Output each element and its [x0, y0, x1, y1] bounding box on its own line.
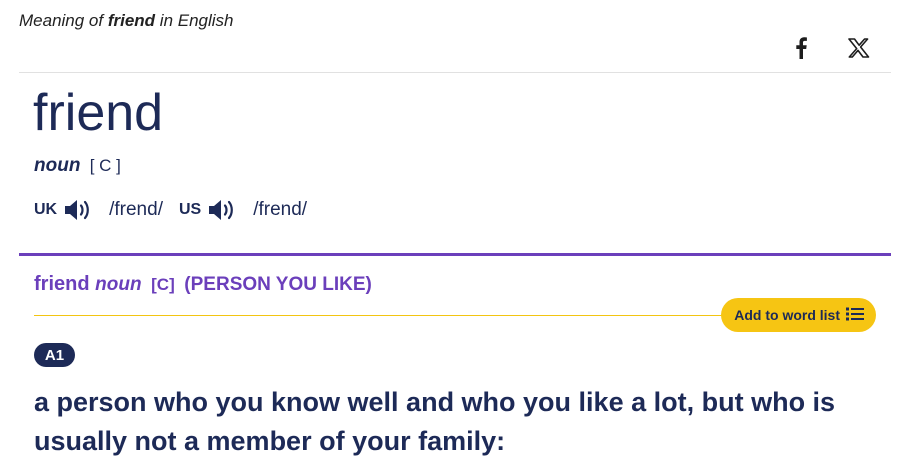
share-bar — [789, 36, 871, 60]
meaning-suffix: in English — [155, 11, 234, 30]
pron-ipa-us: /frend/ — [253, 199, 308, 220]
header-divider — [19, 72, 891, 73]
pron-region-us: US — [178, 201, 202, 218]
pron-ipa-uk: /frend/ — [109, 199, 163, 220]
meaning-prefix: Meaning of — [19, 11, 108, 30]
sense-headword: friend — [34, 273, 90, 295]
add-to-word-list-label: Add to word list — [734, 307, 840, 323]
uk-audio-speaker-icon[interactable] — [63, 197, 93, 223]
x-twitter-icon[interactable] — [847, 36, 871, 60]
meaning-headword: friend — [107, 11, 156, 30]
add-to-word-list-button[interactable]: Add to word list — [721, 298, 876, 332]
definition-text: a person who you know well and who you l… — [34, 387, 836, 456]
part-of-speech-line: noun [ C ] — [34, 155, 121, 177]
part-of-speech: noun — [34, 155, 81, 176]
sense-grammar: [C] — [151, 275, 175, 294]
cefr-level-badge: A1 — [34, 343, 75, 367]
sense-pos: noun — [95, 274, 142, 295]
sense-guideword: (PERSON YOU LIKE) — [184, 274, 372, 295]
sense-divider — [19, 253, 891, 256]
us-audio-speaker-icon[interactable] — [207, 197, 237, 223]
facebook-icon[interactable] — [789, 36, 813, 60]
pron-region-uk: UK — [34, 201, 58, 218]
entry-headword: friend — [33, 84, 164, 142]
meaning-header: Meaning of friend in English — [19, 11, 234, 31]
grammar-code: [ C ] — [89, 156, 121, 175]
list-icon — [846, 307, 864, 324]
pronunciation-row: UK /frend/ US /frend/ — [34, 197, 323, 223]
sense-heading: friend noun [C] (PERSON YOU LIKE) — [34, 273, 372, 296]
